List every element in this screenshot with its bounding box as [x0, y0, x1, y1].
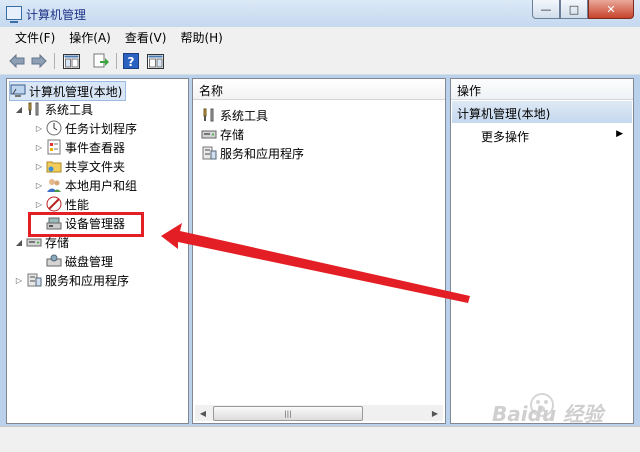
computer-management-icon [6, 6, 22, 23]
menu-bar: 文件(F) 操作(A) 查看(V) 帮助(H) [0, 27, 640, 48]
expand-arrow-icon[interactable]: ▷ [35, 124, 43, 133]
tree-item-label: 共享文件夹 [65, 159, 126, 174]
annotation-highlight-box [28, 212, 144, 237]
actions-pane: 操作 计算机管理(本地) 更多操作 ▶ [450, 78, 634, 424]
watermark-text: Baidu 经验 [492, 402, 604, 426]
expand-arrow-icon[interactable]: ▷ [15, 276, 23, 285]
list-item[interactable]: 服务和应用程序 [201, 144, 304, 162]
tree-item-label: 任务计划程序 [65, 121, 138, 136]
services-icon [26, 272, 42, 288]
scroll-left-icon[interactable]: ◀ [195, 405, 211, 421]
list-item-label: 系统工具 [220, 108, 269, 123]
horizontal-scrollbar[interactable]: ◀ ||| ▶ [195, 405, 443, 421]
actions-header-label: 操作 [457, 84, 482, 98]
tree-shared-folders[interactable]: ▷ 共享文件夹 [35, 157, 125, 175]
expand-arrow-icon[interactable]: ▷ [35, 181, 43, 190]
actions-section-label: 计算机管理(本地) [457, 107, 551, 121]
toolbar: ? [0, 48, 640, 75]
tools-icon [201, 107, 217, 123]
services-icon [201, 145, 217, 161]
tree-item-label: 性能 [65, 197, 90, 212]
collapse-arrow-icon[interactable]: ◢ [15, 238, 23, 247]
expand-arrow-icon[interactable]: ▷ [35, 162, 43, 171]
actions-section-computer-management[interactable]: 计算机管理(本地) [452, 101, 632, 123]
tree-services-apps[interactable]: ▷ 服务和应用程序 [15, 271, 129, 289]
tools-icon [26, 101, 42, 117]
title-bar: 计算机管理 — □ ✕ [0, 0, 640, 27]
results-pane: 名称 系统工具 存储 服务和应用程序 ◀ ||| ▶ [192, 78, 446, 424]
svg-text:?: ? [128, 55, 135, 69]
performance-icon [46, 196, 62, 212]
disk-icon [46, 253, 62, 269]
menu-view[interactable]: 查看(V) [118, 29, 174, 46]
expand-arrow-icon[interactable]: ▷ [35, 143, 43, 152]
window-title: 计算机管理 [26, 8, 87, 22]
scroll-right-icon[interactable]: ▶ [427, 405, 443, 421]
tree-item-label: 服务和应用程序 [45, 273, 130, 288]
chevron-right-icon: ▶ [616, 129, 623, 139]
tree-system-tools[interactable]: ◢ 系统工具 [15, 100, 93, 118]
show-tree-icon[interactable] [62, 52, 80, 70]
actions-header: 操作 [451, 79, 633, 100]
tree-local-users[interactable]: ▷ 本地用户和组 [35, 176, 137, 194]
status-bar [0, 426, 640, 452]
minimize-button[interactable]: — [532, 0, 560, 19]
column-header-label: 名称 [199, 84, 224, 98]
show-action-pane-icon[interactable] [146, 52, 164, 70]
list-item[interactable]: 系统工具 [201, 106, 268, 124]
event-viewer-icon [46, 139, 62, 155]
close-button[interactable]: ✕ [588, 0, 634, 19]
column-header-name[interactable]: 名称 [193, 79, 445, 100]
menu-help[interactable]: 帮助(H) [173, 29, 229, 46]
clock-icon [46, 120, 62, 136]
console-tree-pane: 计算机管理(本地) ◢ 系统工具 ▷ 任务计划程序 ▷ 事件查看器 ▷ 共享文件… [6, 78, 189, 424]
menu-action[interactable]: 操作(A) [62, 29, 118, 46]
tree-item-label: 系统工具 [45, 102, 94, 117]
tree-root-label: 计算机管理(本地) [29, 84, 123, 99]
list-item-label: 服务和应用程序 [220, 146, 305, 161]
tree-item-label: 磁盘管理 [65, 254, 114, 269]
collapse-arrow-icon[interactable]: ◢ [15, 105, 23, 114]
tree-performance[interactable]: ▷ 性能 [35, 195, 89, 213]
tree-event-viewer[interactable]: ▷ 事件查看器 [35, 138, 125, 156]
export-icon[interactable] [92, 52, 110, 70]
expand-arrow-icon[interactable]: ▷ [35, 200, 43, 209]
maximize-button[interactable]: □ [560, 0, 588, 19]
scroll-thumb[interactable]: ||| [213, 406, 363, 421]
tree-item-label: 事件查看器 [65, 140, 126, 155]
tree-item-label: 本地用户和组 [65, 178, 138, 193]
more-actions-label: 更多操作 [481, 130, 530, 144]
tree-disk-management[interactable]: 磁盘管理 [46, 252, 113, 270]
forward-icon[interactable] [30, 52, 48, 70]
tree-task-scheduler[interactable]: ▷ 任务计划程序 [35, 119, 137, 137]
computer-management-icon [10, 83, 26, 99]
menu-file[interactable]: 文件(F) [8, 29, 62, 46]
tree-root[interactable]: 计算机管理(本地) [9, 81, 127, 101]
help-icon[interactable]: ? [122, 52, 140, 70]
more-actions-item[interactable]: 更多操作 [481, 128, 529, 145]
list-item[interactable]: 存储 [201, 125, 244, 143]
shared-folder-icon [46, 158, 62, 174]
back-icon[interactable] [8, 52, 26, 70]
users-icon [46, 177, 62, 193]
list-item-label: 存储 [220, 127, 245, 142]
baidu-watermark: Baidu 经验 [488, 388, 638, 428]
storage-icon [201, 126, 217, 142]
